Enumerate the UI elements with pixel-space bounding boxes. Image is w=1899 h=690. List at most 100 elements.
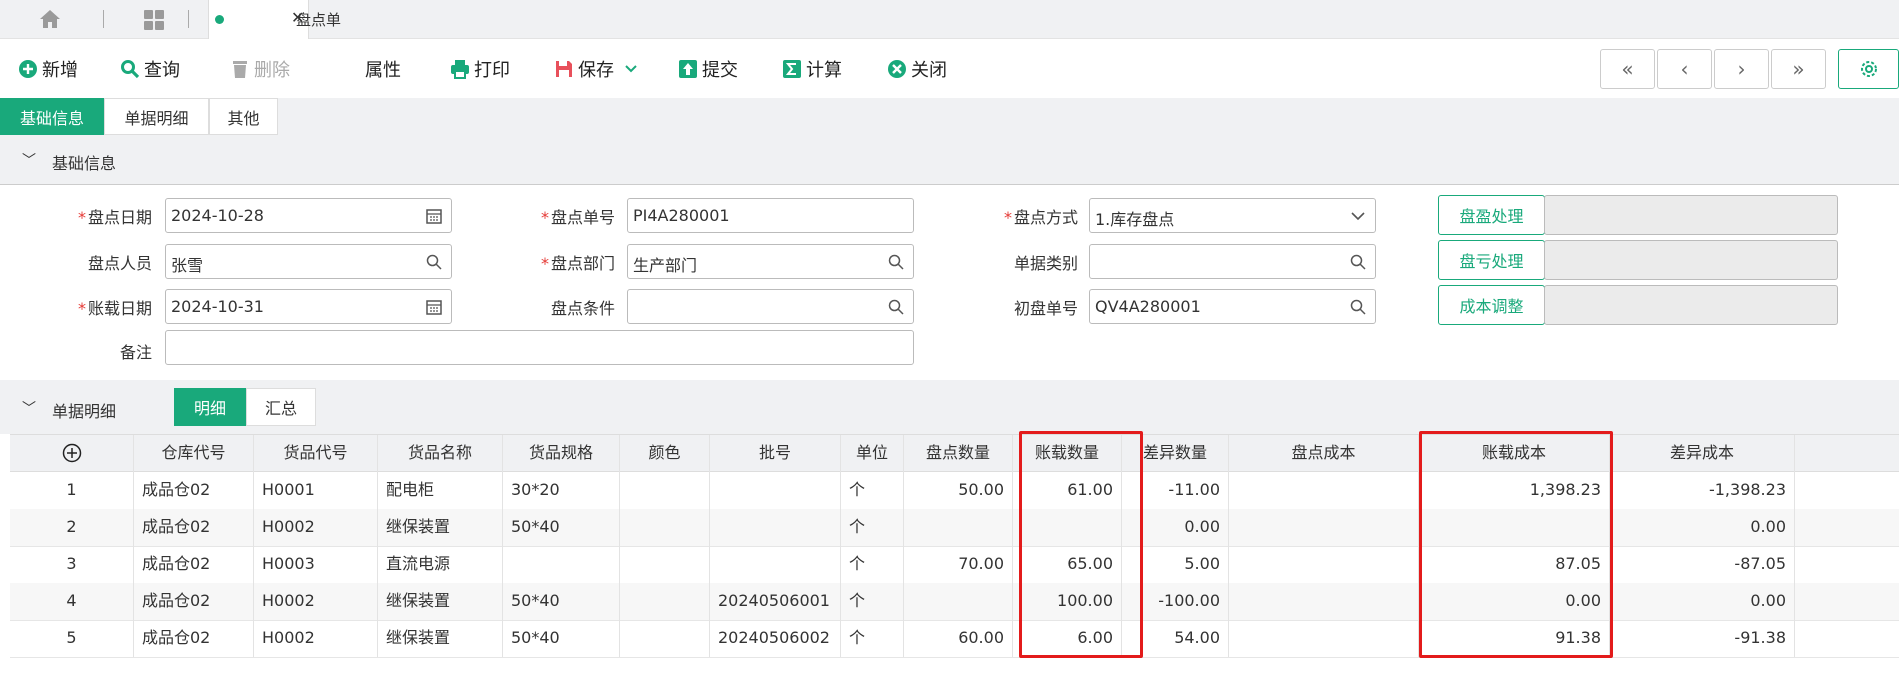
cell-warehouse[interactable]: 成品仓02 [134,546,254,583]
basic-info-header[interactable]: ﹀ 基础信息 [0,136,1899,185]
chevron-down-icon[interactable]: ﹀ [22,150,36,170]
cell-book-qty[interactable] [1013,509,1122,546]
chevron-down-icon[interactable]: ﹀ [22,398,36,418]
close-tab-icon[interactable]: ✕ [291,8,304,27]
cell-item-name[interactable]: 配电柜 [378,472,503,509]
calculate-button[interactable]: 计算 [782,56,842,82]
cell-count-cost[interactable] [1229,509,1419,546]
cost-adjust-button[interactable]: 成本调整 [1438,285,1545,325]
cell-diff-qty[interactable]: 54.00 [1122,620,1229,657]
surplus-process-button[interactable]: 盘盈处理 [1438,195,1545,235]
query-button[interactable]: 查询 [120,56,180,82]
count-method-select[interactable]: 1.库存盘点 [1089,198,1376,233]
search-icon[interactable] [887,298,905,316]
cell-batch[interactable] [710,509,841,546]
cell-diff-cost[interactable]: -87.05 [1610,546,1795,583]
cell-diff-cost[interactable]: 0.00 [1610,583,1795,620]
cell-color[interactable] [620,620,710,657]
cell-book-qty[interactable]: 65.00 [1013,546,1122,583]
cell-book-qty[interactable]: 100.00 [1013,583,1122,620]
cell-count-qty[interactable]: 60.00 [904,620,1013,657]
cell-item-code[interactable]: H0002 [254,509,378,546]
tab-other[interactable]: 其他 [209,98,278,135]
col-header-book-qty[interactable]: 账载数量 [1013,435,1122,472]
cell-unit[interactable]: 个 [841,509,904,546]
cell-unit[interactable]: 个 [841,583,904,620]
last-record-button[interactable]: » [1771,49,1826,89]
save-button[interactable]: 保存 [554,56,638,82]
col-header-color[interactable]: 颜色 [620,435,710,472]
cell-book-cost[interactable]: 0.00 [1419,583,1610,620]
cell-item-code[interactable]: H0003 [254,546,378,583]
cell-count-qty[interactable] [904,509,1013,546]
count-no-field[interactable]: PI4A280001 [627,198,914,233]
close-button[interactable]: 关闭 [887,56,947,82]
cell-index[interactable]: 5 [10,620,134,657]
calendar-icon[interactable] [425,207,443,225]
loss-process-button[interactable]: 盘亏处理 [1438,240,1545,280]
cell-warehouse[interactable]: 成品仓02 [134,472,254,509]
add-row-button[interactable] [10,435,134,472]
chevron-down-icon[interactable] [624,64,638,74]
cell-item-name[interactable]: 继保装置 [378,620,503,657]
cell-diff-qty[interactable]: -11.00 [1122,472,1229,509]
tab-summary[interactable]: 汇总 [246,388,316,426]
table-row[interactable]: 3 成品仓02 H0003 直流电源 个 70.00 65.00 5.00 87.05 -87.0… [10,546,1899,584]
cell-item-code[interactable]: H0001 [254,472,378,509]
col-header-warehouse[interactable]: 仓库代号 [134,435,254,472]
count-condition-field[interactable] [627,289,914,324]
cell-item-name[interactable]: 直流电源 [378,546,503,583]
cell-spec[interactable]: 50*40 [503,620,620,657]
tab-document-detail[interactable]: 单据明细 [104,98,209,135]
col-header-item-code[interactable]: 货品代号 [254,435,378,472]
tab-detail[interactable]: 明细 [174,388,246,426]
properties-button[interactable]: 属性 [365,56,401,82]
search-icon[interactable] [1349,298,1367,316]
doc-type-field[interactable] [1089,244,1376,279]
search-icon[interactable] [425,253,443,271]
cell-book-cost[interactable]: 87.05 [1419,546,1610,583]
cell-book-cost[interactable]: 91.38 [1419,620,1610,657]
cell-spec[interactable] [503,546,620,583]
next-record-button[interactable]: › [1714,49,1769,89]
col-header-count-qty[interactable]: 盘点数量 [904,435,1013,472]
cell-diff-qty[interactable]: 5.00 [1122,546,1229,583]
cell-count-cost[interactable] [1229,472,1419,509]
print-button[interactable]: 打印 [450,56,510,82]
col-header-unit[interactable]: 单位 [841,435,904,472]
cell-count-cost[interactable] [1229,583,1419,620]
tab-basic-info[interactable]: 基础信息 [0,98,104,135]
cell-count-qty[interactable]: 50.00 [904,472,1013,509]
cell-index[interactable]: 4 [10,583,134,620]
book-date-field[interactable]: 2024-10-31 [165,289,452,324]
col-header-spec[interactable]: 货品规格 [503,435,620,472]
table-row[interactable]: 1 成品仓02 H0001 配电柜 30*20 个 50.00 61.00 -11.00 1,39… [10,472,1899,510]
search-icon[interactable] [1349,253,1367,271]
cell-batch[interactable] [710,546,841,583]
col-header-diff-qty[interactable]: 差异数量 [1122,435,1229,472]
cell-batch[interactable] [710,472,841,509]
apps-grid-icon[interactable] [143,9,165,31]
col-header-batch[interactable]: 批号 [710,435,841,472]
cell-count-cost[interactable] [1229,546,1419,583]
count-person-field[interactable]: 张雪 [165,244,452,279]
cell-diff-cost[interactable]: 0.00 [1610,509,1795,546]
cell-item-code[interactable]: H0002 [254,583,378,620]
cell-spec[interactable]: 50*40 [503,509,620,546]
cell-spec[interactable]: 50*40 [503,583,620,620]
cell-count-qty[interactable]: 70.00 [904,546,1013,583]
cell-book-qty[interactable]: 6.00 [1013,620,1122,657]
cell-color[interactable] [620,472,710,509]
home-icon[interactable] [38,8,62,30]
cell-item-name[interactable]: 继保装置 [378,509,503,546]
cell-book-cost[interactable] [1419,509,1610,546]
cell-unit[interactable]: 个 [841,472,904,509]
settings-button[interactable] [1838,49,1899,89]
col-header-diff-cost[interactable]: 差异成本 [1610,435,1795,472]
col-header-book-cost[interactable]: 账载成本 [1419,435,1610,472]
cell-count-qty[interactable] [904,583,1013,620]
cell-diff-cost[interactable]: -1,398.23 [1610,472,1795,509]
delete-button[interactable]: 删除 [230,56,290,82]
cell-batch[interactable]: 20240506001 [710,583,841,620]
initial-count-no-field[interactable]: QV4A280001 [1089,289,1376,324]
